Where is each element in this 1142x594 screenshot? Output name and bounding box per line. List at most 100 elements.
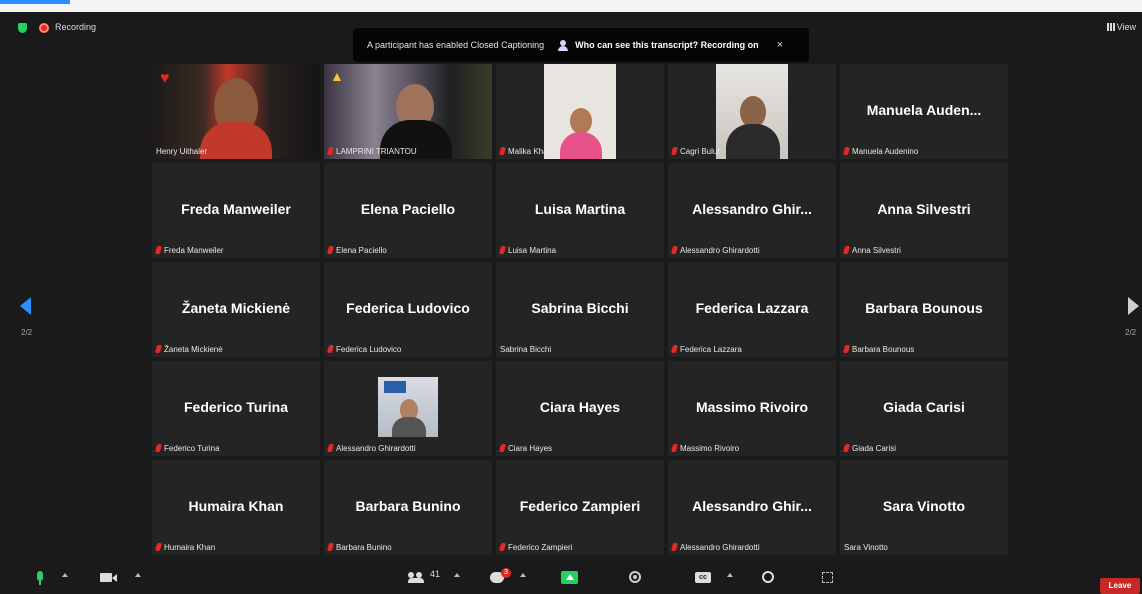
participant-tile[interactable]: Ciara Hayes Ciara Hayes [496, 361, 664, 456]
participant-name-label: Federica Lazzara [670, 345, 742, 354]
muted-mic-icon [842, 147, 851, 155]
muted-mic-icon [670, 147, 679, 155]
participant-tile[interactable]: Luisa Martina Luisa Martina [496, 163, 664, 258]
participant-tile[interactable]: Federico Zampieri Federico Zampieri [496, 460, 664, 555]
participant-tile[interactable]: Elena Paciello Elena Paciello [324, 163, 492, 258]
participant-tile[interactable]: Anna Silvestri Anna Silvestri [840, 163, 1008, 258]
person-icon [558, 39, 570, 51]
participant-name-label: Barbara Bounous [842, 345, 914, 354]
participant-tile[interactable]: Sabrina Bicchi Sabrina Bicchi [496, 262, 664, 357]
shield-icon[interactable] [18, 23, 27, 33]
muted-mic-icon [154, 345, 163, 353]
participant-tile[interactable]: Massimo Rivoiro Massimo Rivoiro [668, 361, 836, 456]
reactions-icon[interactable] [762, 571, 774, 583]
muted-mic-icon [842, 444, 851, 452]
participant-tile[interactable]: Cagri Bulut [668, 64, 836, 159]
window-top-strip [0, 0, 1142, 12]
participant-display-name: Elena Paciello [360, 201, 456, 217]
record-button[interactable] [629, 571, 641, 583]
view-button[interactable]: View [1106, 22, 1136, 32]
participant-tile[interactable]: ▲ LAMPRINI TRIANTOU [324, 64, 492, 159]
transcript-visibility-link[interactable]: Who can see this transcript? Recording o… [575, 40, 759, 50]
video-options-chevron-icon[interactable] [135, 573, 141, 577]
participant-name-label: Federico Zampieri [498, 543, 572, 552]
muted-mic-icon [498, 147, 507, 155]
participant-name-label: Cagri Bulut [670, 147, 720, 156]
participant-tile[interactable]: Barbara Bounous Barbara Bounous [840, 262, 1008, 357]
next-page-arrow-icon[interactable] [1128, 297, 1139, 315]
muted-mic-icon [326, 147, 335, 155]
participant-tile[interactable]: Malika Khan [496, 64, 664, 159]
participant-tile[interactable]: Federica Ludovico Federica Ludovico [324, 262, 492, 357]
participant-display-name: Federico Turina [184, 399, 288, 415]
video-camera-icon[interactable] [100, 573, 112, 582]
heart-reaction-icon: ♥ [160, 70, 170, 87]
participant-display-name: Alessandro Ghir... [692, 201, 812, 217]
participant-display-name: Giada Carisi [883, 399, 965, 415]
recording-icon[interactable] [39, 23, 49, 33]
participant-tile[interactable]: Žaneta Mickienė Žaneta Mickienė [152, 262, 320, 357]
grid-icon [1106, 23, 1115, 31]
participant-name-label: Alessandro Ghirardotti [326, 444, 416, 453]
notification-message: A participant has enabled Closed Caption… [367, 40, 545, 50]
profile-photo [378, 377, 438, 437]
participant-name-label: LAMPRINI TRIANTOU [326, 147, 417, 156]
participant-name-label: Humaira Khan [154, 543, 215, 552]
gallery-grid: ♥ Henry Uithaler ▲ LAMPRINI TRIANTOU Mal… [152, 64, 1010, 558]
participant-tile[interactable]: Alessandro Ghir... Alessandro Ghirardott… [668, 460, 836, 555]
participant-name-label: Alessandro Ghirardotti [670, 543, 760, 552]
muted-mic-icon [842, 345, 851, 353]
previous-page-arrow-icon[interactable] [20, 297, 31, 315]
view-label: View [1116, 22, 1136, 32]
participant-tile[interactable]: Federico Turina Federico Turina [152, 361, 320, 456]
participant-name-label: Federico Turina [154, 444, 220, 453]
participant-display-name: Massimo Rivoiro [695, 399, 809, 415]
recording-label[interactable]: Recording [55, 22, 96, 32]
muted-mic-icon [154, 246, 163, 254]
muted-mic-icon [154, 543, 163, 551]
share-screen-button[interactable] [561, 571, 578, 584]
leave-meeting-button[interactable]: Leave [1100, 578, 1140, 594]
participant-tile[interactable]: Alessandro Ghirardotti [324, 361, 492, 456]
participant-name-label: Žaneta Mickienė [154, 345, 223, 354]
participant-tile[interactable]: Freda Manweiler Freda Manweiler [152, 163, 320, 258]
mic-options-chevron-icon[interactable] [62, 573, 68, 577]
participant-tile[interactable]: Sara Vinotto Sara Vinotto [840, 460, 1008, 555]
participant-tile[interactable]: Barbara Bunino Barbara Bunino [324, 460, 492, 555]
muted-mic-icon [670, 246, 679, 254]
participant-name-label: Massimo Rivoiro [670, 444, 739, 453]
participant-name-label: Elena Paciello [326, 246, 387, 255]
participant-name-label: Freda Manweiler [154, 246, 224, 255]
microphone-stand [39, 581, 41, 585]
participant-name-label: Alessandro Ghirardotti [670, 246, 760, 255]
participant-tile[interactable]: ♥ Henry Uithaler [152, 64, 320, 159]
participants-options-chevron-icon[interactable] [454, 573, 460, 577]
participant-shirt [726, 124, 780, 159]
apps-icon[interactable] [822, 572, 833, 583]
muted-mic-icon [670, 444, 679, 452]
page-indicator-right: 2/2 [1125, 328, 1137, 337]
closed-caption-button[interactable]: cc [695, 572, 711, 583]
participant-display-name: Humaira Khan [188, 498, 284, 514]
participant-tile[interactable]: Humaira Khan Humaira Khan [152, 460, 320, 555]
close-icon[interactable]: × [777, 39, 783, 51]
participant-face [570, 108, 592, 134]
chat-options-chevron-icon[interactable] [520, 573, 526, 577]
participant-tile[interactable]: Giada Carisi Giada Carisi [840, 361, 1008, 456]
cc-options-chevron-icon[interactable] [727, 573, 733, 577]
participant-display-name: Anna Silvestri [877, 201, 971, 217]
participant-name-label: Giada Carisi [842, 444, 896, 453]
participant-name-label: Luisa Martina [498, 246, 556, 255]
muted-mic-icon [326, 543, 335, 551]
participant-name-label: Barbara Bunino [326, 543, 392, 552]
participant-display-name: Alessandro Ghir... [692, 498, 812, 514]
participants-icon-body [408, 578, 424, 583]
participant-tile[interactable]: Alessandro Ghir... Alessandro Ghirardott… [668, 163, 836, 258]
share-arrow-icon [566, 574, 574, 580]
muted-mic-icon [670, 543, 679, 551]
microphone-icon[interactable] [37, 571, 43, 581]
participant-name-label: Anna Silvestri [842, 246, 901, 255]
logo-icon [384, 381, 406, 393]
participant-tile[interactable]: Manuela Auden... Manuela Audenino [840, 64, 1008, 159]
participant-tile[interactable]: Federica Lazzara Federica Lazzara [668, 262, 836, 357]
